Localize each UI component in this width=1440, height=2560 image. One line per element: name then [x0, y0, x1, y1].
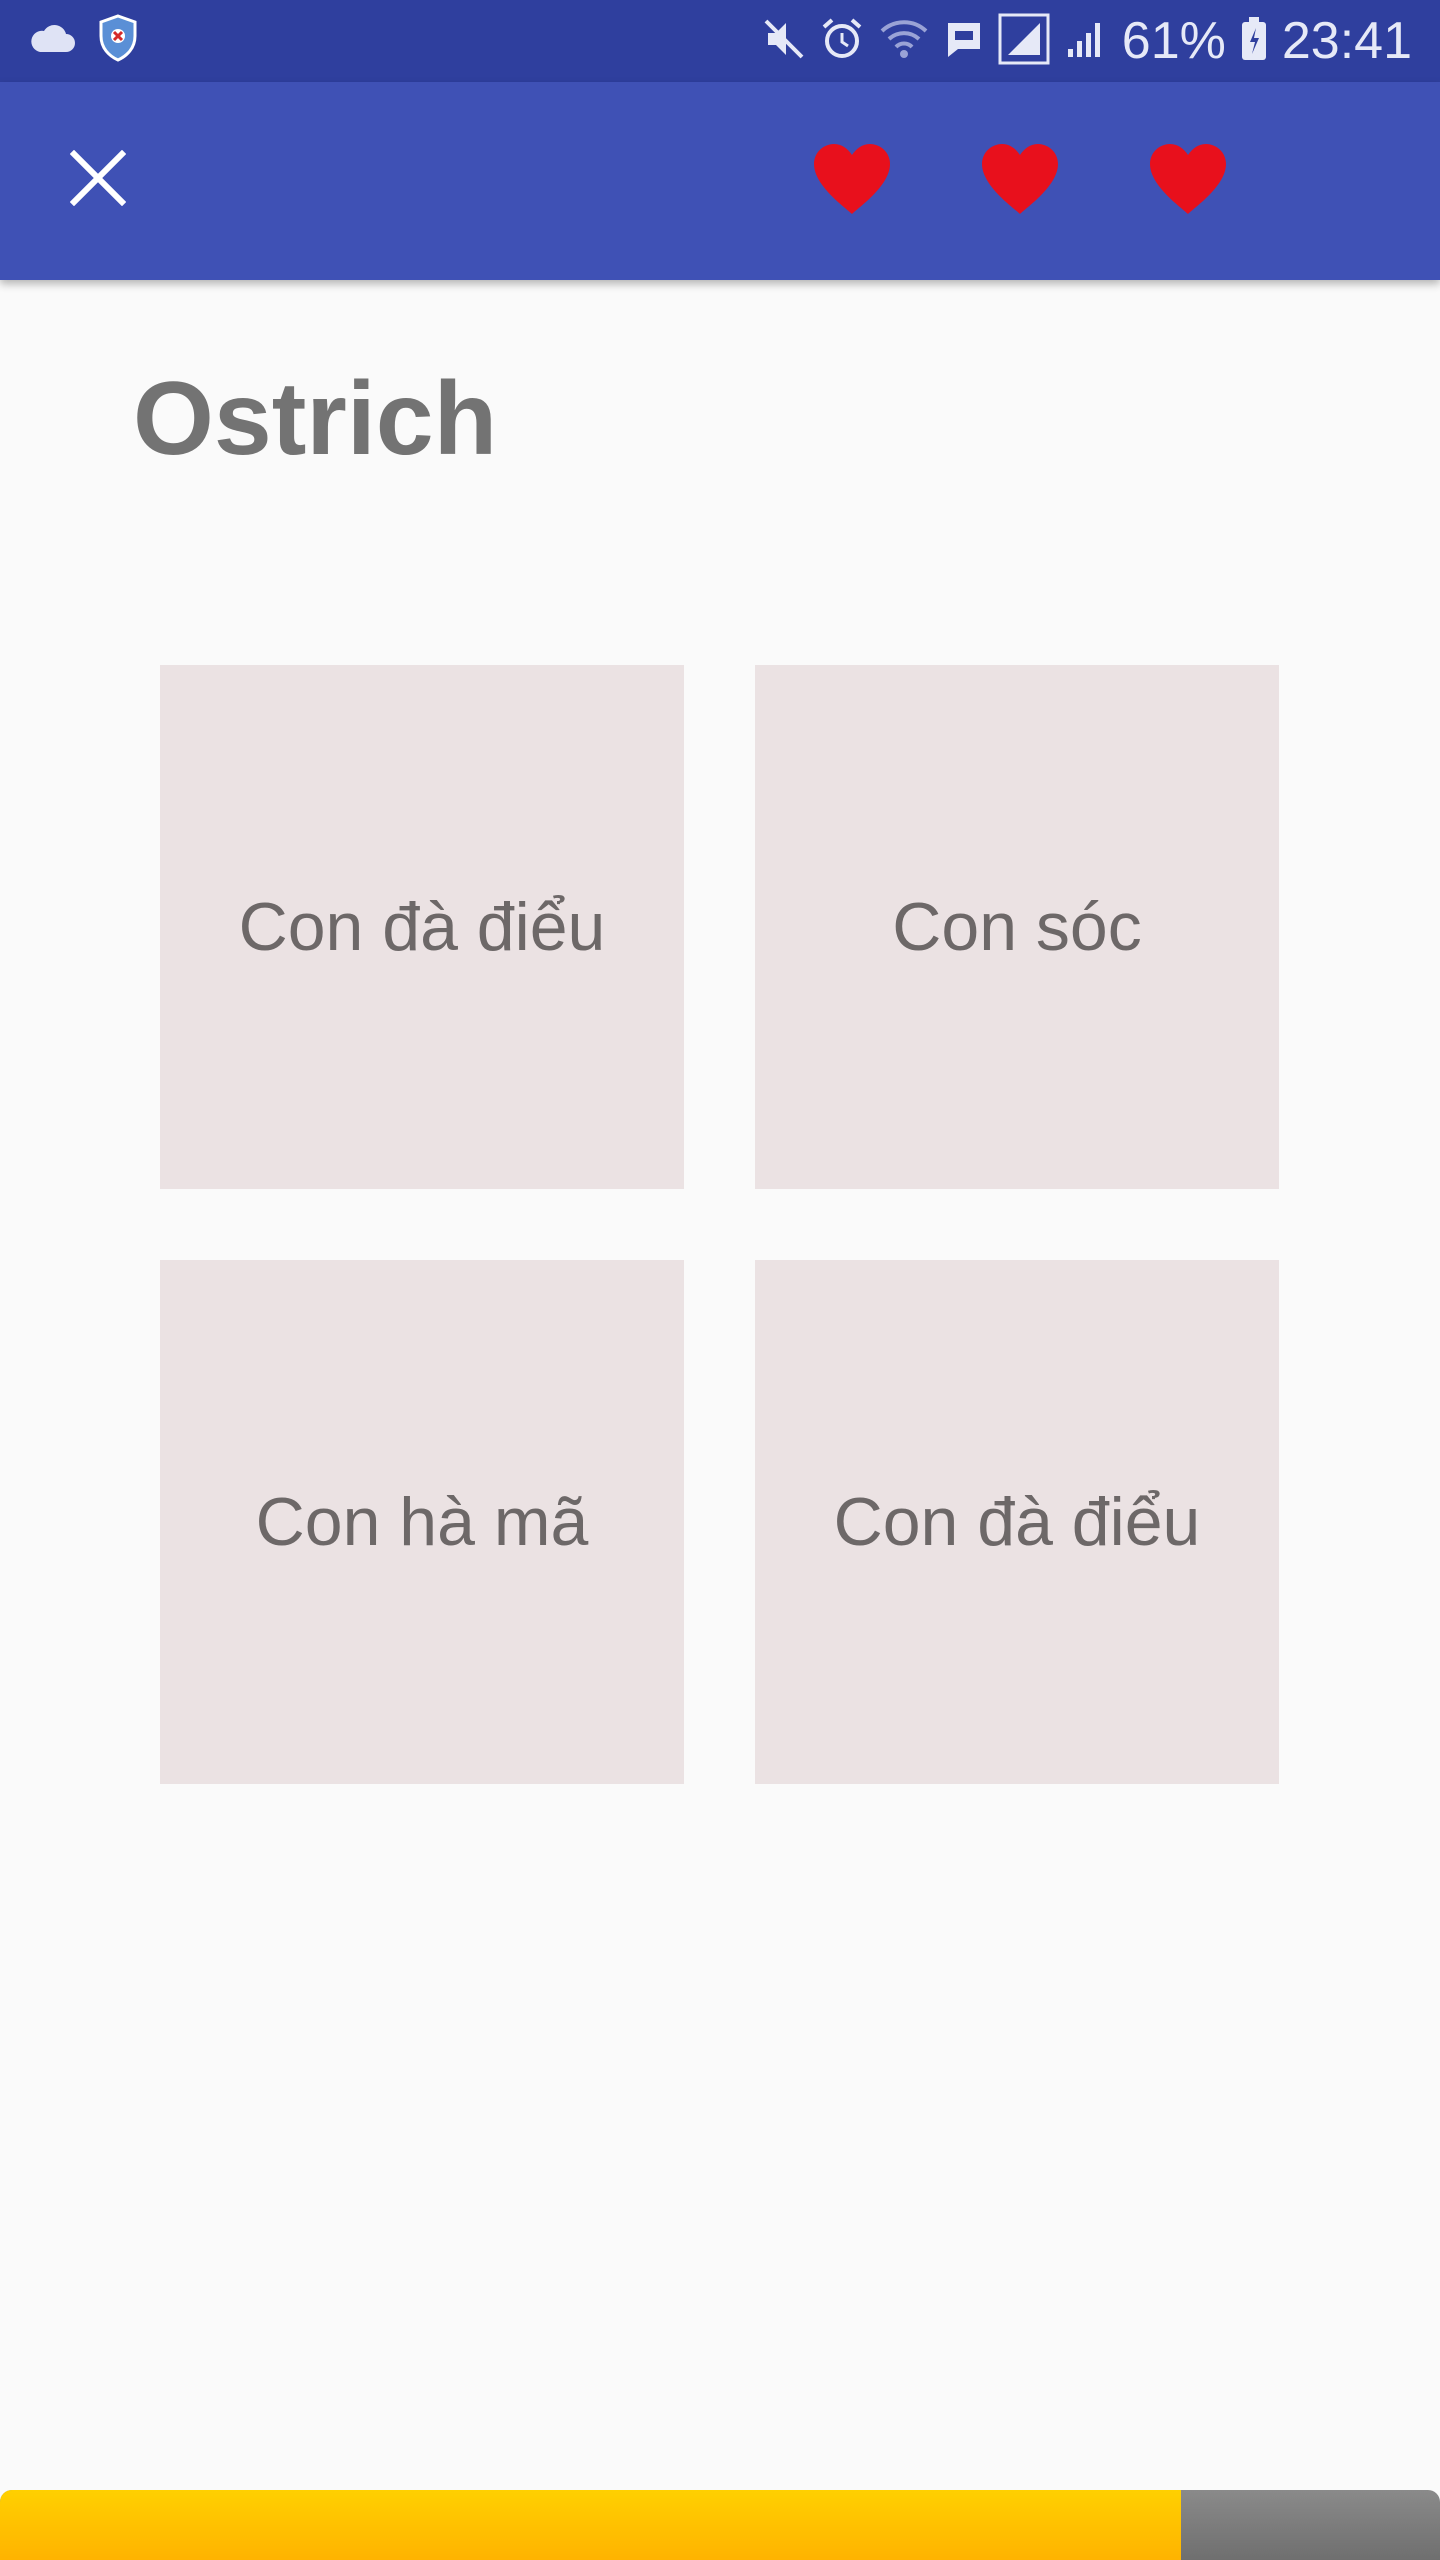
- status-right-icons: 61% 23:41: [762, 10, 1412, 72]
- mute-icon: [762, 17, 806, 66]
- answer-card[interactable]: Con hà mã: [160, 1260, 684, 1784]
- heart-icon: [980, 142, 1060, 216]
- heart-icon: [1148, 142, 1228, 216]
- wifi-icon: [878, 17, 930, 66]
- status-left-icons: [28, 14, 138, 67]
- status-bar: 61% 23:41: [0, 0, 1440, 82]
- progress-fill: [0, 2490, 1181, 2560]
- answer-label: Con sóc: [892, 889, 1142, 965]
- signal-icon-2: [1064, 17, 1108, 66]
- question-word: Ostrich: [133, 361, 498, 477]
- answer-label: Con đà điểu: [833, 1484, 1201, 1560]
- answer-label: Con hà mã: [255, 1484, 589, 1560]
- signal-icon: [998, 13, 1050, 70]
- shield-icon: [98, 14, 138, 67]
- battery-icon: [1240, 16, 1268, 67]
- cloud-icon: [28, 22, 76, 59]
- answer-card[interactable]: Con đà điểu: [160, 665, 684, 1189]
- progress-bar: [0, 2490, 1440, 2560]
- app-bar: [0, 82, 1440, 280]
- heart-icon: [812, 142, 892, 216]
- alarm-icon: [820, 17, 864, 66]
- answer-card[interactable]: Con sóc: [755, 665, 1279, 1189]
- battery-percent: 61%: [1121, 12, 1226, 70]
- answer-label: Con đà điểu: [238, 889, 606, 965]
- close-button[interactable]: [60, 142, 136, 218]
- close-icon: [69, 149, 127, 211]
- message-icon: [944, 19, 984, 64]
- answer-card[interactable]: Con đà điểu: [755, 1260, 1279, 1784]
- clock: 23:41: [1281, 12, 1412, 70]
